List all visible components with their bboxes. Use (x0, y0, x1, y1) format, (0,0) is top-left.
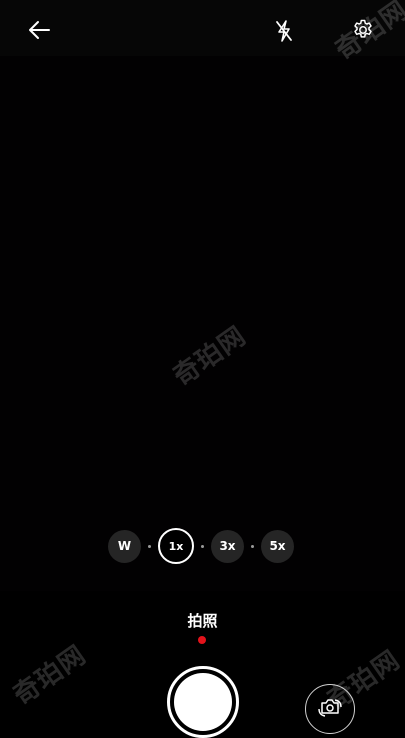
settings-button[interactable] (347, 14, 379, 46)
shutter-inner (174, 673, 232, 731)
camera-viewfinder[interactable] (0, 56, 405, 591)
shutter-button[interactable] (167, 666, 239, 738)
zoom-option-5x[interactable]: 5x (261, 529, 294, 563)
flash-off-icon (276, 20, 292, 42)
switch-camera-button[interactable] (305, 684, 355, 734)
flash-toggle-button[interactable] (268, 15, 300, 47)
zoom-separator (148, 544, 151, 548)
arrow-left-icon (29, 21, 50, 39)
zoom-selector: W 1x 3x 5x (108, 528, 294, 564)
camera-rotate-icon (318, 699, 342, 717)
zoom-option-3x[interactable]: 3x (211, 529, 244, 563)
top-bar (0, 0, 405, 56)
gear-icon (354, 19, 372, 38)
mode-indicator-dot (198, 636, 206, 644)
zoom-option-w[interactable]: W (108, 529, 141, 563)
zoom-separator (201, 544, 204, 548)
zoom-separator (251, 544, 254, 548)
zoom-option-1x[interactable]: 1x (158, 528, 194, 564)
mode-photo-label[interactable]: 拍照 (0, 610, 405, 631)
back-button[interactable] (24, 14, 56, 46)
